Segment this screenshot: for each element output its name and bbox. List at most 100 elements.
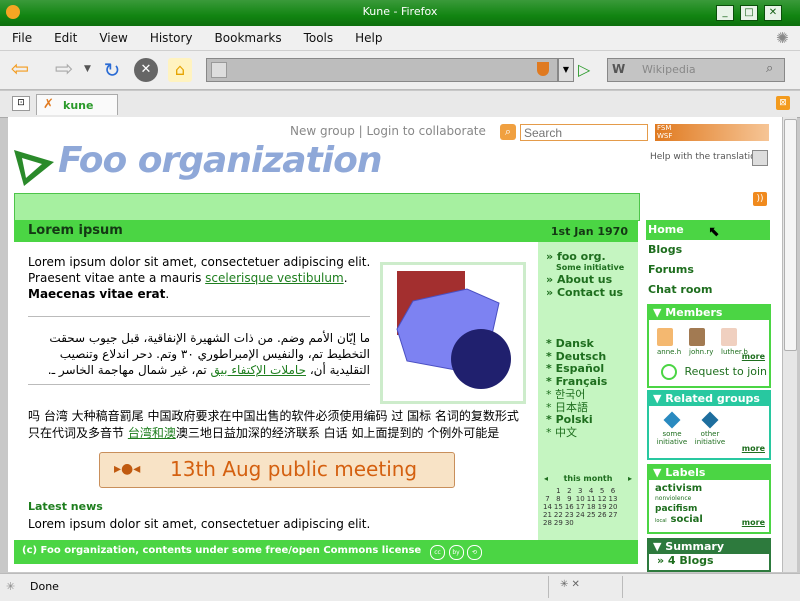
member-john[interactable]: john.ry	[689, 328, 713, 356]
rss-icon[interactable]: ))	[753, 192, 767, 206]
calendar-day[interactable]: 19	[597, 503, 608, 511]
cc-license-icon[interactable]: cc by ⟲	[430, 544, 482, 560]
menu-tools[interactable]: Tools	[304, 31, 334, 45]
stop-icon[interactable]: ✕	[134, 58, 158, 82]
new-group-link[interactable]: New group	[290, 124, 355, 138]
related-header[interactable]: ▼ Related groups	[649, 392, 769, 406]
maximize-button[interactable]: □	[740, 5, 758, 21]
search-icon[interactable]: ⌕	[500, 124, 516, 140]
members-header[interactable]: ▼ Members	[649, 306, 769, 320]
minimize-button[interactable]: _	[716, 5, 734, 21]
calendar-day[interactable]: 23	[564, 511, 575, 519]
content-title: Lorem ipsum	[28, 223, 123, 238]
related-group-2[interactable]: other initiative	[693, 411, 727, 446]
home-icon[interactable]: ⌂	[168, 58, 192, 82]
tab-list-icon[interactable]: ⊠	[776, 96, 790, 110]
label-local[interactable]: local	[655, 518, 667, 524]
menu-chat-room[interactable]: Chat room	[646, 280, 770, 300]
member-anne[interactable]: anne.h	[657, 328, 681, 356]
labels-more-link[interactable]: more	[742, 518, 765, 527]
menu-forums[interactable]: Forums	[646, 260, 770, 280]
calendar-day[interactable]: 15	[553, 503, 564, 511]
calendar-day[interactable]: 13	[608, 495, 619, 503]
search-input[interactable]	[520, 124, 648, 141]
calendar-day[interactable]: 7	[542, 495, 553, 503]
status-addon-icon[interactable]: ✳ ✕	[560, 579, 580, 590]
new-tab-icon[interactable]: ⊡	[12, 96, 30, 111]
calendar-day[interactable]: 27	[608, 511, 619, 519]
back-icon[interactable]: ⇦	[8, 58, 32, 82]
calendar-day[interactable]: 29	[553, 519, 564, 527]
tab-kune[interactable]: ✗ kune	[36, 94, 118, 115]
calendar-day[interactable]: 9	[564, 495, 575, 503]
menu-file[interactable]: File	[12, 31, 32, 45]
meeting-banner[interactable]: ▸●◂ 13th Aug public meeting	[99, 452, 455, 488]
history-dropdown-icon[interactable]: ▼	[84, 64, 91, 74]
menu-bookmarks[interactable]: Bookmarks	[215, 31, 282, 45]
close-button[interactable]: ✕	[764, 5, 782, 21]
url-dropdown-button[interactable]: ▼	[558, 58, 574, 82]
request-join-button[interactable]: Request to join	[661, 364, 767, 380]
calendar-day[interactable]: 12	[597, 495, 608, 503]
chinese-link[interactable]: 台湾和澳	[128, 426, 176, 440]
related-more-link[interactable]: more	[742, 444, 765, 453]
calendar-next-icon[interactable]: ▸	[628, 474, 632, 483]
inner-link-foo[interactable]: » foo org.	[546, 250, 624, 263]
forward-icon[interactable]: ⇨	[52, 58, 76, 82]
reload-icon[interactable]: ↻	[100, 58, 124, 82]
calendar-day[interactable]: 28	[542, 519, 553, 527]
go-button[interactable]: ▷	[578, 60, 590, 79]
magnifier-icon[interactable]: ⌕	[766, 61, 773, 76]
calendar-day[interactable]: 10	[575, 495, 586, 503]
menu-blogs[interactable]: Blogs	[646, 240, 770, 260]
calendar-day[interactable]: 3	[575, 487, 586, 495]
calendar-day[interactable]: 21	[542, 511, 553, 519]
calendar-day[interactable]: 11	[586, 495, 597, 503]
calendar-day[interactable]: 16	[564, 503, 575, 511]
menu-help[interactable]: Help	[355, 31, 382, 45]
calendar-day[interactable]: 1	[553, 487, 564, 495]
menu-history[interactable]: History	[150, 31, 193, 45]
calendar-day[interactable]: 8	[553, 495, 564, 503]
calendar-day[interactable]: 5	[597, 487, 608, 495]
menu-view[interactable]: View	[99, 31, 127, 45]
calendar-prev-icon[interactable]: ◂	[544, 474, 548, 483]
summary-blogs[interactable]: » 4 Blogs	[649, 554, 769, 567]
calendar-day[interactable]: 20	[608, 503, 619, 511]
label-social[interactable]: social	[671, 514, 703, 525]
member-name: john.ry	[689, 348, 714, 356]
calendar-day[interactable]: 17	[575, 503, 586, 511]
translation-icon[interactable]	[752, 150, 768, 166]
inner-link-contact[interactable]: » Contact us	[546, 286, 624, 299]
calendar-day[interactable]: 25	[586, 511, 597, 519]
login-link[interactable]: Login to collaborate	[367, 124, 486, 138]
calendar-day[interactable]: 14	[542, 503, 553, 511]
arabic-link[interactable]: حاملات الإكتفاء بيق	[211, 363, 306, 377]
calendar-day[interactable]: 4	[586, 487, 597, 495]
calendar-day[interactable]: 24	[575, 511, 586, 519]
label-nonviolence[interactable]: nonviolence	[655, 494, 745, 504]
label-activism[interactable]: activism	[655, 484, 745, 494]
labels-header[interactable]: ▼ Labels	[649, 466, 769, 480]
menu-edit[interactable]: Edit	[54, 31, 77, 45]
calendar-day[interactable]: 30	[564, 519, 575, 527]
members-more-link[interactable]: more	[742, 352, 765, 361]
calendar-day[interactable]: 2	[564, 487, 575, 495]
calendar-day[interactable]: 22	[553, 511, 564, 519]
window-titlebar[interactable]: Kune - Firefox _ □ ✕	[0, 0, 800, 27]
calendar-day[interactable]: 18	[586, 503, 597, 511]
help-translation-link[interactable]: Help with the translation	[650, 152, 761, 162]
related-group-1[interactable]: some initiative	[655, 411, 689, 446]
fsm-wsf-banner[interactable]: FSM WSF	[655, 124, 769, 141]
web-search-field[interactable]: W Wikipedia ⌕	[607, 58, 785, 82]
arabic-text-end: تم، غير شمال مهاجمة الخاسر ـ.	[47, 363, 207, 377]
lang-chinese[interactable]: * 中文	[546, 426, 607, 440]
calendar-day[interactable]: 26	[597, 511, 608, 519]
scrollbar-thumb[interactable]	[784, 119, 797, 351]
calendar-day[interactable]: 6	[608, 487, 619, 495]
summary-header[interactable]: ▼ Summary	[649, 540, 769, 554]
intro-link[interactable]: scelerisque vestibulum	[205, 271, 344, 285]
rss-shield-icon	[537, 62, 549, 76]
inner-link-about[interactable]: » About us	[546, 273, 624, 286]
url-bar[interactable]	[206, 58, 558, 82]
